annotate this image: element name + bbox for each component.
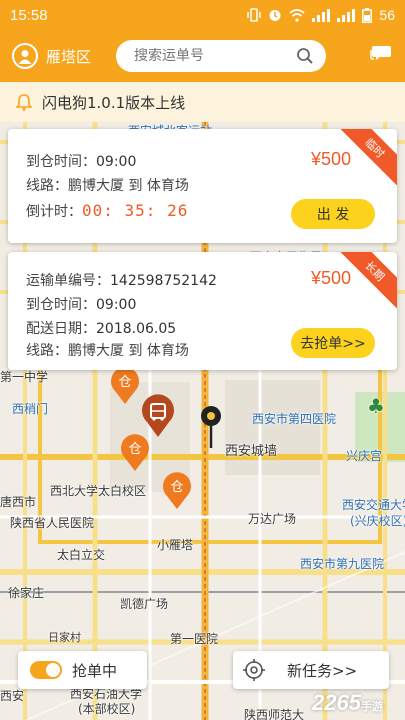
grab-order-button[interactable]: 去抢单>>: [291, 328, 375, 358]
countdown-label: 倒计时：: [26, 204, 82, 220]
arrive-time-row: 到仓时间：09:00: [26, 151, 136, 171]
route-to-word: 到: [128, 178, 143, 194]
warehouse-marker-label: 仓: [128, 442, 141, 457]
arrive-time-label: 到仓时间：: [26, 297, 96, 313]
switch-knob: [46, 663, 60, 677]
map-label: 西稍门: [12, 402, 49, 416]
status-bar: 15:58 56: [0, 0, 405, 30]
map-label: 西安市第四医院: [252, 412, 337, 426]
map-label: 万达广场: [248, 512, 297, 526]
order-number-label: 运输单编号：: [26, 273, 110, 289]
map-label: 西安: [0, 689, 25, 703]
order-type-label: 长期: [362, 258, 388, 284]
delivery-date-row: 配送日期：2018.06.05: [26, 318, 176, 338]
top-bar: 雁塔区: [0, 30, 405, 82]
map-label: 西北大学太白校区: [50, 484, 147, 498]
status-icons: 56: [247, 7, 395, 23]
map-label: 第一中学: [0, 370, 49, 384]
watermark-logo: 2265手游: [312, 690, 383, 716]
countdown-row: 倒计时：00: 35: 26: [26, 201, 188, 221]
route-to: 体育场: [146, 343, 189, 359]
battery-level: 56: [379, 7, 395, 23]
grab-mode-toggle[interactable]: 抢单中: [18, 651, 147, 689]
wifi-icon: [289, 8, 305, 22]
signal-4g-icon: [312, 8, 331, 22]
park-icon: ♣: [367, 394, 385, 418]
arrive-time-value: 09:00: [96, 297, 137, 313]
route-label: 线路：: [26, 178, 68, 194]
route-row: 线路：鹏博大厦 到 体育场: [26, 175, 189, 195]
locate-icon[interactable]: [243, 659, 265, 681]
order-card[interactable]: 长期 运输单编号：142598752142 ¥500 到仓时间：09:00 配送…: [8, 252, 397, 370]
battery-icon: [362, 7, 373, 23]
route-row: 线路：鹏博大厦 到 体育场: [26, 340, 189, 360]
map-label: 日家村: [48, 631, 81, 644]
new-task-button[interactable]: 新任务>>: [233, 651, 389, 689]
watermark-sub: 手游: [360, 701, 383, 713]
delivery-date-label: 配送日期：: [26, 321, 96, 337]
search-input[interactable]: [134, 48, 296, 64]
bell-icon: [16, 94, 32, 111]
map-label: 西安市第九医院: [300, 557, 385, 571]
countdown-timer: 00: 35: 26: [82, 201, 189, 220]
map-label: 凯德广场: [120, 597, 169, 611]
watermark-text: 2265: [312, 690, 361, 715]
new-task-label: 新任务>>: [287, 661, 358, 680]
clock: 15:58: [10, 6, 48, 24]
order-number-row: 运输单编号：142598752142: [26, 270, 217, 290]
route-to-word: 到: [128, 343, 143, 359]
vibrate-icon: [247, 8, 262, 22]
announcement-text: 闪电狗1.0.1版本上线: [42, 93, 186, 112]
announcement-bar[interactable]: 闪电狗1.0.1版本上线: [0, 82, 405, 122]
map-label: 陕西师范大: [244, 708, 305, 720]
map-label: (本部校区): [78, 702, 136, 716]
arrive-time-value: 09:00: [96, 154, 137, 170]
route-label: 线路：: [26, 343, 68, 359]
search-bar[interactable]: [116, 40, 326, 72]
map-label: 小雁塔: [157, 538, 194, 552]
map-label: 第一医院: [170, 632, 219, 646]
order-number-value: 142598752142: [110, 273, 217, 289]
arrive-time-label: 到仓时间：: [26, 154, 96, 170]
order-card[interactable]: 临时 到仓时间：09:00 ¥500 线路：鹏博大厦 到 体育场 倒计时：00:…: [8, 129, 397, 243]
user-avatar-icon[interactable]: [12, 43, 38, 69]
warehouse-marker-label: 仓: [118, 375, 131, 390]
delivery-date-value: 2018.06.05: [96, 321, 177, 337]
arrive-time-row: 到仓时间：09:00: [26, 294, 136, 314]
message-icon[interactable]: [369, 44, 393, 68]
route-from: 鹏博大厦: [68, 178, 124, 194]
order-type-label: 临时: [362, 135, 388, 161]
map-label: 西安交通大学: [342, 498, 405, 512]
warehouse-marker-label: 仓: [170, 480, 183, 495]
map-label: 陕西省人民医院: [10, 516, 95, 530]
order-price: ¥500: [310, 149, 351, 169]
map-label: 兴庆宫: [346, 449, 383, 463]
map-label: 太白立交: [57, 548, 106, 562]
order-price: ¥500: [310, 268, 351, 288]
signal-icon: [337, 8, 356, 22]
district-selector[interactable]: 雁塔区: [46, 46, 108, 67]
alarm-icon: [269, 10, 281, 21]
search-icon[interactable]: [296, 47, 314, 65]
route-from: 鹏博大厦: [68, 343, 124, 359]
route-to: 体育场: [146, 178, 189, 194]
map-label: (兴庆校区): [350, 514, 405, 528]
map-label: 徐家庄: [8, 586, 45, 600]
depart-button[interactable]: 出 发: [291, 199, 375, 229]
grab-mode-label: 抢单中: [72, 661, 118, 680]
map-label: 唐西市: [0, 495, 37, 509]
grab-mode-switch[interactable]: [30, 661, 62, 679]
map-label: 西安城墙: [225, 444, 278, 459]
